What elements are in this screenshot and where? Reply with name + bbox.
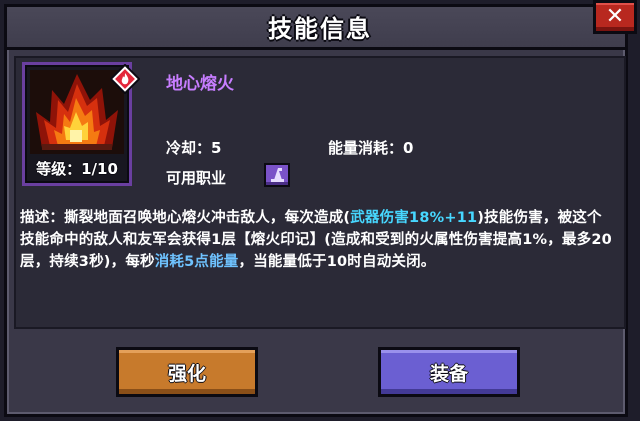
equip-button[interactable]: 装备 (378, 347, 520, 397)
dialog-title: 技能信息 (268, 15, 372, 43)
skill-level: 等级：1/10 (36, 160, 118, 178)
description-text-3: ，当能量低于10时自动关闭。 (238, 254, 436, 270)
strengthen-button[interactable]: 强化 (116, 347, 258, 397)
skill-description: 描述：撕裂地面召唤地心熔火冲击敌人，每次造成(武器伤害18%+11)技能伤害，被… (20, 207, 614, 273)
close-button[interactable]: ✕ (593, 0, 637, 34)
skill-name: 地心熔火 (166, 74, 234, 94)
close-icon: ✕ (605, 4, 625, 29)
description-highlight-damage: 武器伤害18%+11 (350, 210, 478, 226)
cooldown-stat: 冷却：5 (166, 139, 222, 157)
description-text-1: 描述：撕裂地面召唤地心熔火冲击敌人，每次造成( (20, 210, 351, 226)
description-highlight-energy: 消耗5点能量 (154, 254, 239, 270)
wizard-hat-icon (271, 168, 284, 182)
class-badge[interactable] (264, 163, 290, 187)
energy-cost-stat: 能量消耗：0 (328, 139, 414, 157)
usable-class-label: 可用职业 (166, 169, 227, 187)
fire-element-icon (110, 64, 140, 94)
